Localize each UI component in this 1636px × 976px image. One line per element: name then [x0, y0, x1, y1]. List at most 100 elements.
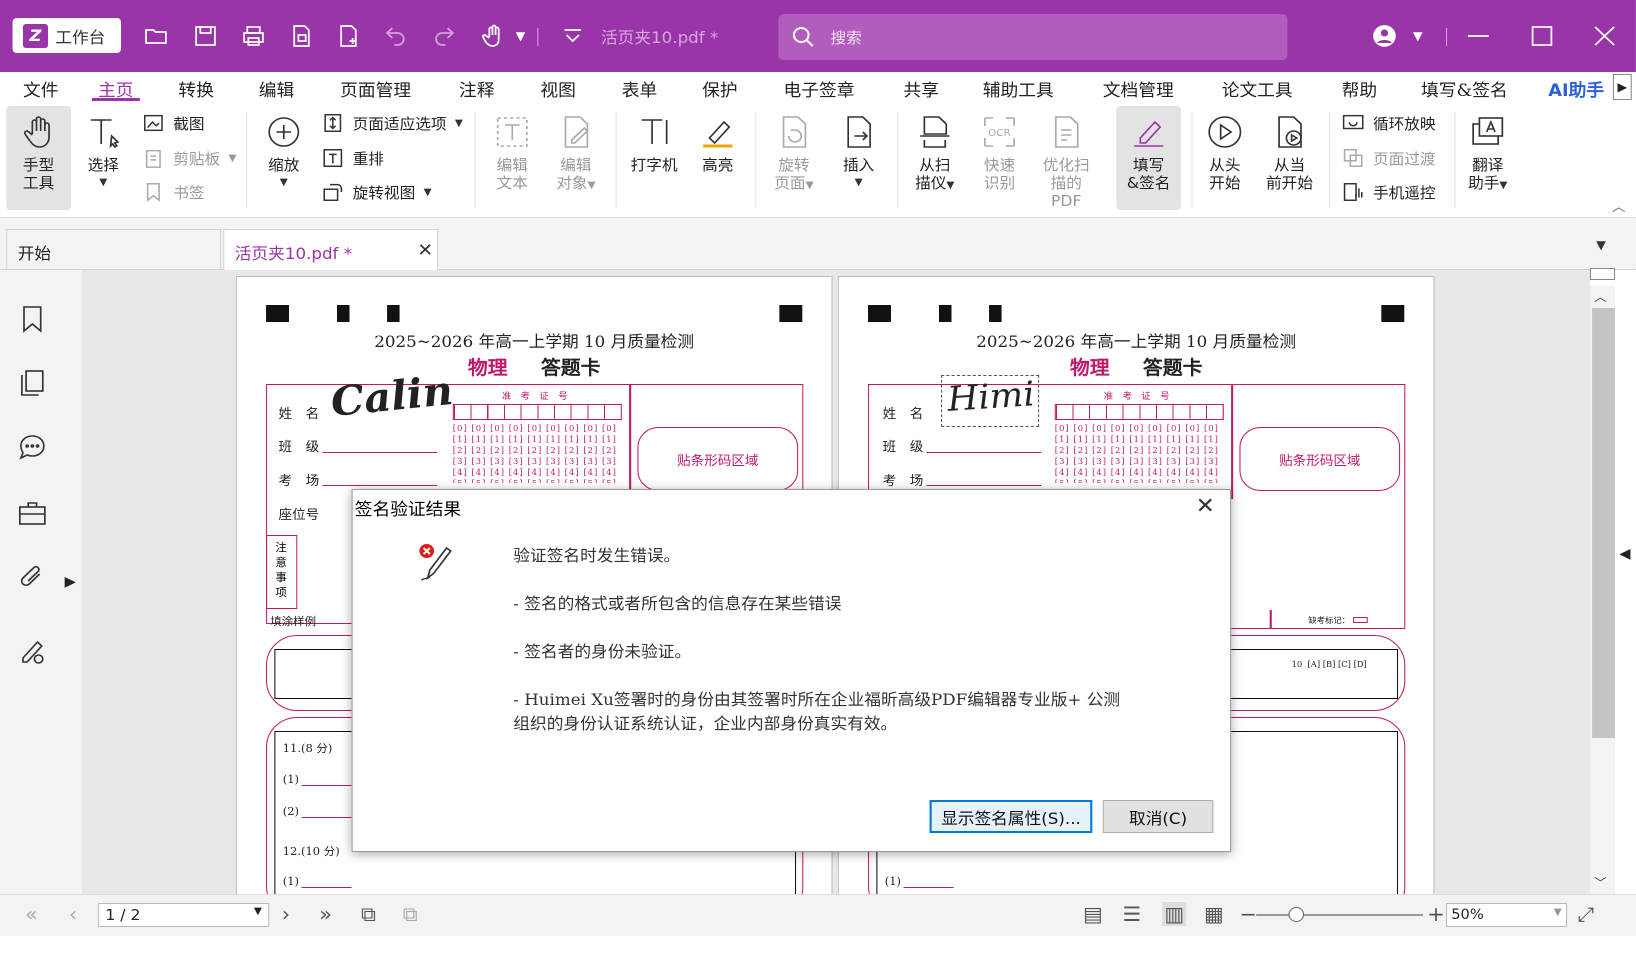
zoom-button[interactable]: 缩放 ▼	[261, 112, 307, 192]
edit-object-button[interactable]: 编辑 对象▼	[551, 112, 601, 195]
facing-view-icon[interactable]: ▥	[1162, 902, 1187, 926]
menu-convert[interactable]: 转换	[178, 76, 213, 101]
select-button[interactable]: 选择 ▼	[79, 112, 127, 192]
next-view-icon[interactable]: ⧉	[403, 902, 418, 926]
open-folder-icon[interactable]	[143, 22, 170, 50]
menu-document-management[interactable]: 文档管理	[1103, 76, 1174, 101]
menu-protect[interactable]: 保护	[702, 76, 737, 101]
minimize-icon[interactable]	[1465, 22, 1492, 50]
zoom-slider-thumb[interactable]	[1288, 907, 1305, 922]
menu-fill-sign[interactable]: 填写&签名	[1421, 76, 1508, 101]
menu-thesis-tools[interactable]: 论文工具	[1222, 76, 1293, 101]
typewriter-button[interactable]: 打字机	[628, 112, 680, 174]
redo-icon[interactable]	[431, 22, 458, 50]
signature-himi[interactable]: Himi	[946, 374, 1036, 420]
print-icon[interactable]	[240, 22, 267, 50]
menu-scroll-right-icon[interactable]: ▶	[1612, 74, 1632, 100]
scroll-down-icon[interactable]: ﹀	[1594, 874, 1607, 891]
exam-id-boxes	[452, 404, 622, 420]
account-dropdown-icon[interactable]: ▼	[1404, 22, 1431, 50]
phone-remote-button[interactable]: 手机遥控	[1342, 181, 1436, 203]
rotate-page-button[interactable]: 旋转 页面▼	[770, 112, 818, 195]
undo-icon[interactable]	[382, 22, 409, 50]
rotate-view-button[interactable]: 旋转视图 ▼	[321, 181, 432, 203]
save-icon[interactable]	[192, 22, 219, 50]
close-window-icon[interactable]	[1591, 22, 1618, 50]
bookmarks-panel-icon[interactable]	[17, 304, 48, 334]
continuous-facing-view-icon[interactable]: ▦	[1204, 902, 1224, 926]
menu-file[interactable]: 文件	[23, 76, 58, 101]
dialog-close-icon[interactable]: ✕	[1196, 494, 1215, 519]
single-page-view-icon[interactable]: ▤	[1083, 902, 1103, 926]
collapse-ribbon-icon[interactable]: ︿	[1612, 196, 1626, 215]
tab-start[interactable]: 开始	[6, 229, 222, 269]
new-document-icon[interactable]	[335, 22, 362, 50]
last-page-icon[interactable]: »	[319, 902, 332, 926]
maximize-icon[interactable]	[1528, 22, 1555, 50]
show-signature-properties-button[interactable]: 显示签名属性(S)...	[929, 800, 1093, 833]
tab-document[interactable]: 活页夹10.pdf *	[223, 229, 439, 270]
fullscreen-icon[interactable]: ⤢	[1577, 902, 1594, 926]
zoom-slider-track[interactable]	[1256, 914, 1424, 916]
search-input[interactable]: 搜索	[778, 14, 1288, 60]
cancel-button[interactable]: 取消(C)	[1102, 800, 1214, 833]
reflow-button[interactable]: 重排	[321, 147, 384, 169]
screenshot-button[interactable]: 截图	[142, 112, 205, 134]
scrollbar-thumb[interactable]	[1592, 308, 1616, 738]
menu-share[interactable]: 共享	[903, 76, 938, 101]
previous-page-icon[interactable]: ‹	[69, 902, 77, 926]
zoom-out-icon[interactable]: −	[1239, 902, 1256, 926]
hand-tool-button[interactable]: 手型 工具	[13, 112, 65, 192]
attachments-panel-icon[interactable]	[17, 562, 48, 592]
play-from-current-button[interactable]: 从当 前开始	[1262, 112, 1316, 192]
quick-ocr-button[interactable]: OCR 快速 识别	[977, 112, 1023, 192]
fill-sign-button[interactable]: 填写 &签名	[1123, 112, 1175, 192]
zoom-level-select[interactable]: 50% ▼	[1446, 903, 1568, 927]
menu-form[interactable]: 表单	[622, 76, 657, 101]
translate-button[interactable]: 翻译 助手▼	[1463, 112, 1513, 195]
page-number-input[interactable]: 1 / 2 ▼	[98, 903, 270, 927]
insert-button[interactable]: 插入 ▼	[837, 112, 881, 192]
hand-mode-dropdown-icon[interactable]: ▼	[507, 22, 534, 50]
next-page-icon[interactable]: ›	[282, 902, 290, 926]
menu-accessibility-tools[interactable]: 辅助工具	[983, 76, 1054, 101]
split-view-handle[interactable]	[1589, 268, 1616, 280]
bookmark-button[interactable]: 书签	[142, 181, 205, 203]
menu-view[interactable]: 视图	[540, 76, 575, 101]
comments-panel-icon[interactable]	[17, 432, 48, 462]
zoom-dropdown-icon[interactable]: ▼	[1554, 907, 1562, 923]
page-transition-button[interactable]: 页面过渡	[1342, 147, 1436, 169]
edit-text-button[interactable]: 编辑 文本	[490, 112, 534, 192]
first-page-icon[interactable]: «	[25, 902, 38, 926]
pages-panel-icon[interactable]	[17, 368, 48, 398]
menu-e-signature[interactable]: 电子签章	[784, 76, 855, 101]
page-fit-button[interactable]: 页面适应选项 ▼	[321, 112, 463, 134]
menu-comment[interactable]: 注释	[459, 76, 494, 101]
play-from-start-button[interactable]: 从头 开始	[1202, 112, 1248, 192]
workbench-button[interactable]: Z 工作台	[12, 18, 122, 53]
hand-mode-icon[interactable]	[480, 22, 507, 50]
clipboard-button[interactable]: 剪贴板 ▼	[142, 147, 237, 169]
account-icon[interactable]	[1371, 22, 1398, 50]
toolbox-panel-icon[interactable]	[17, 498, 48, 528]
menu-help[interactable]: 帮助	[1342, 76, 1377, 101]
quick-access-dropdown-icon[interactable]	[559, 22, 586, 50]
zoom-in-status-icon[interactable]: +	[1427, 902, 1444, 926]
menu-ai-assistant[interactable]: AI助手	[1548, 76, 1604, 101]
previous-view-icon[interactable]: ⧉	[361, 902, 376, 926]
expand-sidebar-icon[interactable]: ▶	[65, 574, 76, 590]
continuous-view-icon[interactable]: ☰	[1123, 902, 1142, 926]
expand-right-panel-icon[interactable]: ◀	[1619, 546, 1630, 562]
highlight-button[interactable]: 高亮	[695, 112, 741, 174]
menu-edit[interactable]: 编辑	[259, 76, 294, 101]
optimize-scan-button[interactable]: 优化扫 描的PDF	[1037, 112, 1095, 210]
signature-panel-icon[interactable]	[17, 636, 48, 666]
menu-page-management[interactable]: 页面管理	[340, 76, 411, 101]
loop-play-button[interactable]: 循环放映	[1342, 112, 1436, 134]
page-dropdown-icon[interactable]: ▼	[254, 906, 262, 924]
document-properties-icon[interactable]	[288, 22, 315, 50]
scroll-up-icon[interactable]: ︿	[1594, 288, 1607, 305]
tab-list-dropdown-icon[interactable]: ▼	[1596, 238, 1606, 252]
scanner-button[interactable]: 从扫 描仪▼	[910, 112, 960, 195]
close-tab-icon[interactable]: ✕	[417, 240, 433, 261]
